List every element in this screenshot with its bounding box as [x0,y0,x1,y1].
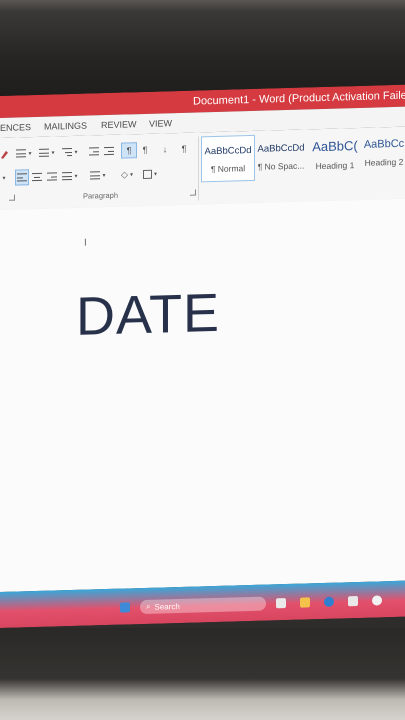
style-sample: AaBbCcDd [204,144,252,158]
screen: Document1 - Word (Product Activation Fai… [0,84,405,628]
numbering-button[interactable]: ▾ [37,145,57,160]
style-name: Heading 1 [315,160,355,172]
style-heading-2[interactable]: AaBbCc Heading 2 [363,131,405,176]
style-name: ¶ No Spac... [257,160,305,172]
paint-icon[interactable] [0,147,8,161]
line-spacing-button[interactable]: ▾ [88,168,108,183]
chevron-down-icon: ▾ [51,149,55,157]
increase-indent-button[interactable] [103,144,115,158]
align-right-button[interactable] [46,169,58,183]
left-to-right-icon: ¶ [126,145,132,156]
chevron-down-icon: ▾ [153,171,157,178]
dialog-launcher-icon[interactable] [190,189,196,196]
chevron-down-icon: ▾ [2,175,6,182]
style-sample: AaBbCcDd [257,142,305,155]
search-placeholder: Search [154,601,180,612]
dialog-launcher-icon[interactable] [9,194,15,201]
decrease-indent-button[interactable] [88,144,100,158]
text-cursor-icon: I [84,237,87,249]
ribbon: ▾ ▾ ▾ ¶ ¶ ↓ ¶ ▾ ▾ ▾ ◇ ▾ ▾ Paragraph AaBb… [0,126,405,211]
style-sample: AaBbCc [363,137,405,151]
tab-review[interactable]: REVIEW [101,119,137,130]
tab-mailings[interactable]: MAILINGS [44,121,87,132]
sort-icon: ↓ [162,144,168,155]
monitor-bezel-top [0,0,405,96]
line-spacing-icon [90,171,101,180]
chevron-down-icon: ▾ [28,150,32,157]
paragraph-group-label: Paragraph [83,190,119,201]
pilcrow-icon: ¶ [181,143,187,154]
monitor-bezel-bottom [0,628,405,720]
window-title: Document1 - Word (Product Activation Fai… [193,89,405,108]
align-center-icon [32,172,42,182]
border-grid-icon [142,169,152,179]
show-marks-button[interactable]: ¶ [179,142,189,156]
align-left-icon [17,173,27,182]
edge-icon[interactable] [324,596,334,607]
justify-button[interactable]: ▾ [61,169,79,184]
style-normal[interactable]: AaBbCcDd ¶ Normal [201,134,255,183]
chevron-down-icon: ▾ [74,149,78,156]
app-icon[interactable] [372,595,382,606]
bullets-button[interactable]: ▾ [14,146,34,161]
document-text[interactable]: DATE [76,282,220,348]
rtl-button[interactable]: ¶ [139,143,151,157]
multilevel-list-icon [62,147,73,157]
borders-button[interactable]: ▾ [140,167,160,182]
taskbar-search[interactable]: ⌕ Search [140,596,266,615]
bullet-list-icon [16,149,27,158]
style-sample: AaBbC( [312,138,358,155]
style-no-spacing[interactable]: AaBbCcDd ¶ No Spac... [255,133,307,178]
store-icon[interactable] [348,596,358,607]
chevron-down-icon: ▾ [74,173,78,180]
justify-icon [62,171,73,181]
increase-indent-icon [104,146,114,156]
tab-references[interactable]: ENCES [0,122,31,133]
font-color-button[interactable]: ▾ [0,171,8,185]
chevron-down-icon: ▾ [129,171,133,178]
paint-bucket-icon: ◇ [121,168,128,180]
tab-view[interactable]: VIEW [149,118,172,129]
document-page[interactable]: I DATE [0,198,405,593]
numbered-list-icon [39,148,50,157]
decrease-indent-icon [89,147,99,156]
shading-button[interactable]: ◇ ▾ [116,167,138,182]
align-center-button[interactable] [31,170,43,184]
sort-button[interactable]: ↓ [159,142,171,156]
multilevel-list-button[interactable]: ▾ [60,145,80,160]
group-separator [198,136,199,201]
style-name: ¶ Normal [210,163,246,175]
align-left-button[interactable] [15,169,29,186]
start-icon[interactable] [120,602,130,613]
align-right-icon [47,172,57,181]
right-to-left-icon: ¶ [142,144,148,156]
ltr-button[interactable]: ¶ [121,142,137,159]
chevron-down-icon: ▾ [102,172,106,179]
file-explorer-icon[interactable] [300,597,310,608]
style-name: Heading 2 [364,156,404,168]
search-icon: ⌕ [146,601,151,611]
task-view-icon[interactable] [276,598,286,609]
style-heading-1[interactable]: AaBbC( Heading 1 [309,132,361,177]
